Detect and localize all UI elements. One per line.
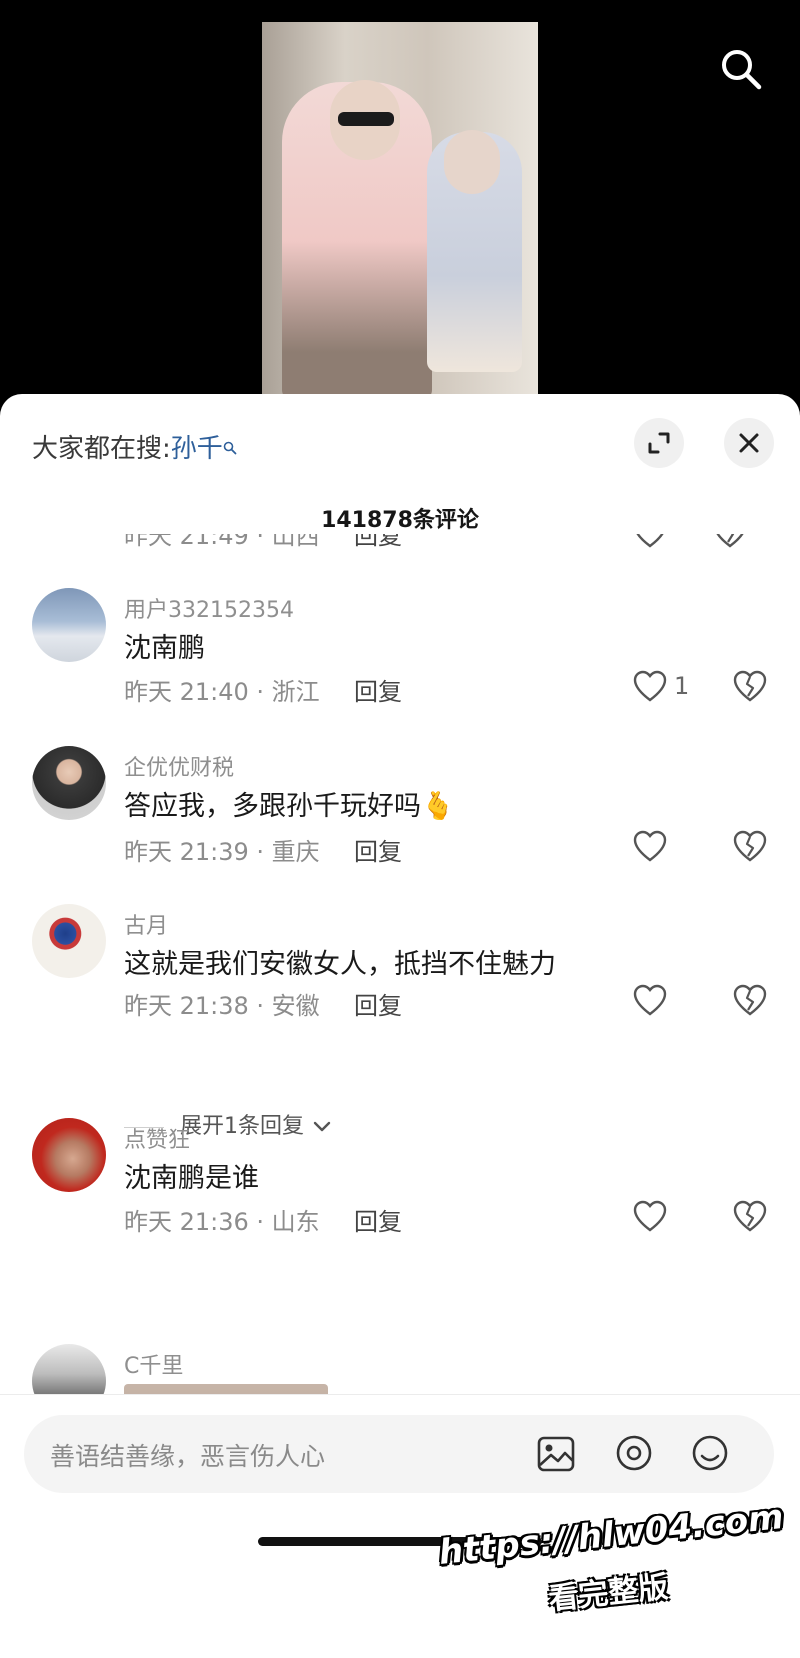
comment-sheet: 大家都在搜:孙千 141878条评论 昨天 21:49 · 山西 回复 用户33… <box>0 394 800 1658</box>
comment-text: 答应我，多跟孙千玩好吗🫰 <box>124 791 455 822</box>
broken-heart-icon[interactable] <box>732 830 768 864</box>
comment-meta: 昨天 21:36 · 山东 <box>124 1208 320 1236</box>
video-player[interactable] <box>0 0 800 400</box>
at-icon[interactable] <box>614 1433 654 1473</box>
video-frame[interactable] <box>262 22 538 400</box>
comment-meta: 昨天 21:49 · 山西 <box>124 534 320 550</box>
avatar[interactable] <box>32 588 106 662</box>
close-icon <box>739 433 759 453</box>
comment-username[interactable]: 点赞狂 <box>124 1122 190 1154</box>
avatar[interactable] <box>32 1118 106 1192</box>
comment-username[interactable]: 用户332152354 <box>124 592 294 624</box>
search-icon <box>223 432 237 455</box>
comment-text: 这就是我们安徽女人，抵挡不住魅力 <box>124 949 556 980</box>
comment-input-placeholder: 善语结善缘，恶言伤人心 <box>50 1442 326 1471</box>
chevron-down-icon <box>313 1121 331 1132</box>
comment-username[interactable]: C千里 <box>124 1348 183 1380</box>
expand-button[interactable] <box>634 418 684 468</box>
comment-username[interactable]: 古月 <box>124 908 168 940</box>
broken-heart-icon[interactable] <box>732 1200 768 1234</box>
like-count: 1 <box>674 672 690 700</box>
broken-heart-icon[interactable] <box>732 984 768 1018</box>
broken-heart-icon[interactable] <box>732 670 768 704</box>
expand-replies-label: 展开1条回复 <box>180 1114 304 1139</box>
comment-meta: 昨天 21:39 · 重庆 <box>124 838 320 866</box>
heart-icon[interactable] <box>632 534 668 550</box>
broken-heart-icon[interactable] <box>712 534 748 550</box>
close-button[interactable] <box>724 418 774 468</box>
comment-count: 141878条评论 <box>321 508 479 533</box>
reply-button[interactable]: 回复 <box>354 832 402 867</box>
reply-button[interactable]: 回复 <box>354 672 402 707</box>
comment-meta: 昨天 21:40 · 浙江 <box>124 678 320 706</box>
comment-text: 沈南鹏是谁 <box>124 1163 259 1194</box>
reply-button[interactable]: 回复 <box>354 1202 402 1237</box>
trending-search[interactable]: 大家都在搜:孙千 <box>32 428 237 465</box>
heart-icon[interactable] <box>632 830 668 864</box>
trending-keyword[interactable]: 孙千 <box>171 434 223 464</box>
comment-input[interactable]: 善语结善缘，恶言伤人心 <box>24 1415 774 1493</box>
reply-button[interactable]: 回复 <box>354 986 402 1021</box>
comment-text: 沈南鹏 <box>124 633 205 664</box>
image-icon[interactable] <box>536 1435 576 1473</box>
trending-prefix: 大家都在搜: <box>32 434 171 464</box>
search-icon[interactable] <box>716 44 766 94</box>
avatar[interactable] <box>32 904 106 978</box>
expand-icon <box>648 432 670 454</box>
heart-icon[interactable] <box>632 670 668 704</box>
heart-icon[interactable] <box>632 984 668 1018</box>
emoji-icon[interactable] <box>690 1433 730 1473</box>
reply-button[interactable]: 回复 <box>354 534 402 551</box>
comment-meta: 昨天 21:38 · 安徽 <box>124 992 320 1020</box>
heart-icon[interactable] <box>632 1200 668 1234</box>
comment-username[interactable]: 企优优财税 <box>124 750 234 782</box>
avatar[interactable] <box>32 746 106 820</box>
comment-item: 昨天 21:49 · 山西 回复 <box>124 534 764 568</box>
